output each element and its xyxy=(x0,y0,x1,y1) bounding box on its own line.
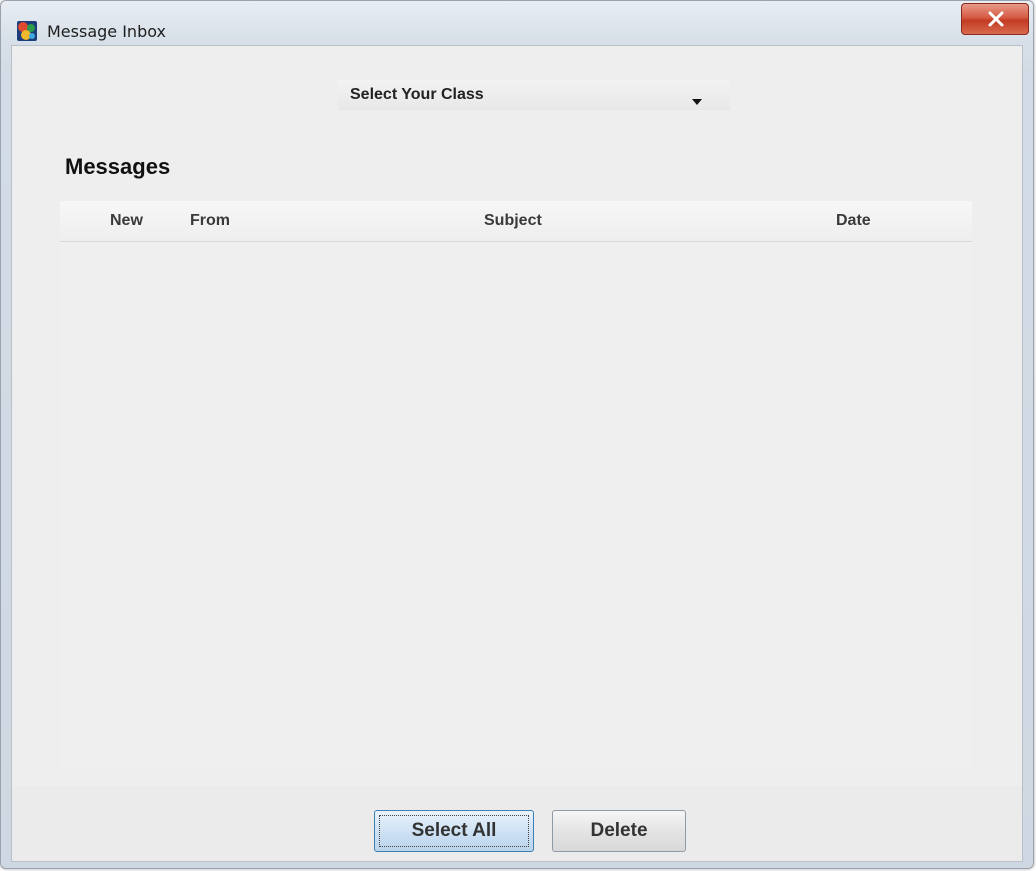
column-header-new[interactable]: New xyxy=(110,212,143,230)
close-button[interactable] xyxy=(961,3,1029,35)
class-select-value: Select Your Class xyxy=(350,86,484,103)
delete-label: Delete xyxy=(590,820,648,841)
delete-button[interactable]: Delete xyxy=(552,810,686,852)
table-header: New From Subject Date xyxy=(60,201,972,242)
focus-ring xyxy=(379,815,529,847)
select-all-button[interactable]: Select All xyxy=(374,810,534,852)
messages-heading: Messages xyxy=(65,154,171,179)
message-inbox-window: Message Inbox Select Your Class Messages… xyxy=(0,0,1034,869)
app-logo-icon xyxy=(17,21,37,41)
title-bar[interactable]: Message Inbox xyxy=(1,1,1033,45)
close-icon xyxy=(988,11,1004,27)
column-header-subject[interactable]: Subject xyxy=(484,212,542,230)
column-header-from[interactable]: From xyxy=(190,212,230,230)
dropdown-arrow-icon xyxy=(692,92,702,110)
column-header-date[interactable]: Date xyxy=(836,212,871,230)
content-pane: Select Your Class Messages New From Subj… xyxy=(11,45,1023,862)
messages-table[interactable]: New From Subject Date xyxy=(60,201,972,771)
window-title: Message Inbox xyxy=(47,22,166,41)
class-select-dropdown[interactable]: Select Your Class xyxy=(338,80,730,110)
